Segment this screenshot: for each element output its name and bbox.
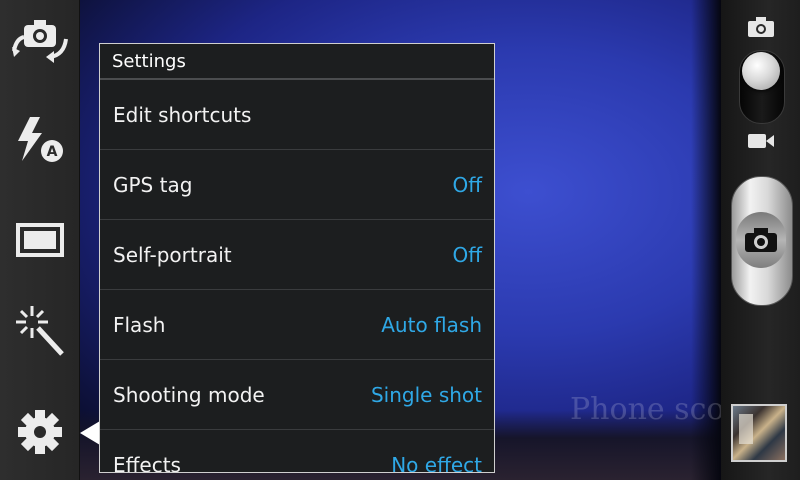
row-label: Shooting mode [113,382,265,407]
shutter-camera-icon [745,228,777,252]
row-label: Flash [113,312,166,337]
scene-mode-button[interactable] [0,290,79,370]
row-value: No effect [391,452,482,473]
aspect-ratio-button[interactable] [0,200,79,280]
row-value: Single shot [370,382,482,407]
row-label: Self-portrait [113,242,232,267]
settings-row-flash[interactable]: Flash Auto flash [100,290,494,360]
settings-title: Settings [100,44,494,80]
camera-mode-icon [748,17,774,37]
video-mode-icon [748,134,774,148]
settings-row-gps-tag[interactable]: GPS tag Off [100,150,494,220]
row-value: Off [452,172,482,197]
left-toolbar: A [0,0,80,480]
settings-panel: Settings Edit shortcuts GPS tag Off Self… [99,43,495,473]
switch-camera-button[interactable] [0,0,79,80]
settings-row-self-portrait[interactable]: Self-portrait Off [100,220,494,290]
flash-button[interactable]: A [0,100,79,180]
switch-camera-icon [11,20,68,63]
scene-magic-icon [15,306,64,356]
flash-auto-icon: A [17,117,63,162]
row-label: GPS tag [113,172,193,197]
settings-button[interactable] [0,392,79,472]
row-value: Off [452,242,482,267]
aspect-ratio-icon [15,223,64,257]
settings-row-effects[interactable]: Effects No effect [100,430,494,473]
settings-row-edit-shortcuts[interactable]: Edit shortcuts [100,80,494,150]
row-label: Effects [113,452,181,473]
shutter-button-core[interactable] [736,212,786,268]
settings-row-shooting-mode[interactable]: Shooting mode Single shot [100,360,494,430]
switch-knob[interactable] [742,52,780,90]
gallery-thumbnail[interactable] [731,404,787,462]
selection-pointer [80,421,100,445]
svg-text:A: A [46,144,57,160]
row-value: Auto flash [381,312,482,337]
row-label: Edit shortcuts [113,102,252,127]
settings-gear-icon [17,410,62,454]
